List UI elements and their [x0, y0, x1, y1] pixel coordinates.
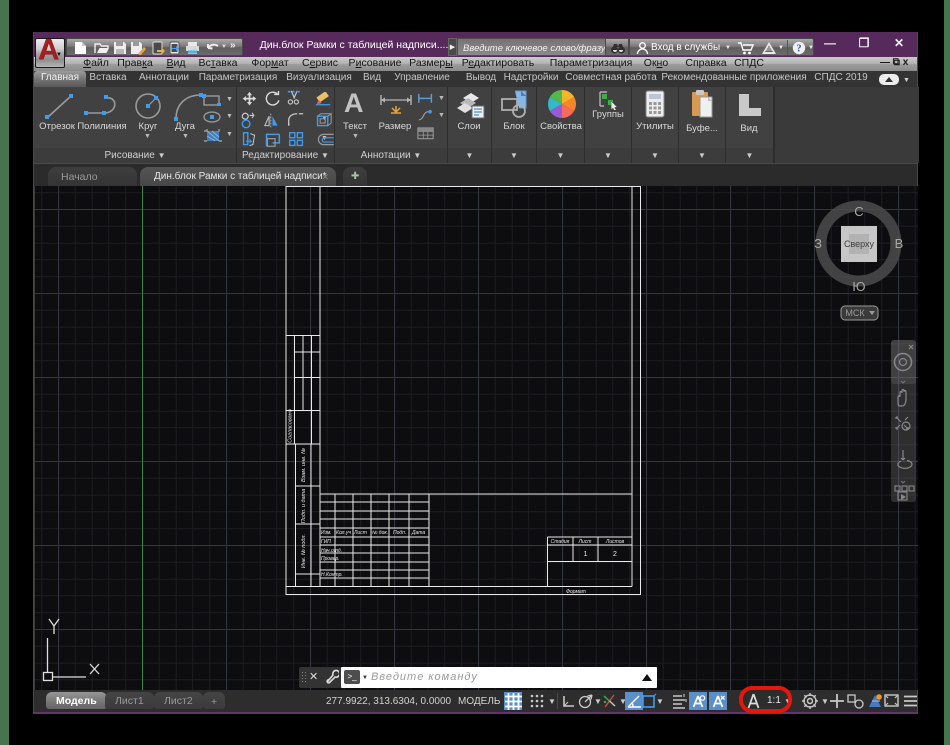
svg-text:Нач.отд.: Нач.отд. [321, 548, 342, 554]
svg-text:Подп.: Подп. [393, 530, 406, 536]
svg-text:Дата: Дата [411, 530, 425, 536]
svg-text:Лист: Лист [578, 539, 592, 545]
svg-text:Провер.: Провер. [321, 556, 340, 562]
svg-text:Листов: Листов [605, 539, 625, 545]
svg-text:Взам. инв. №: Взам. инв. № [301, 448, 307, 482]
svg-text:С: С [854, 204, 863, 219]
svg-text:Инв. № подл.: Инв. № подл. [301, 534, 307, 568]
svg-text:Ю: Ю [852, 279, 865, 294]
svg-text:№ док.: № док. [372, 530, 388, 536]
svg-text:Сверху: Сверху [844, 239, 875, 249]
svg-text:Н.Контр.: Н.Контр. [321, 572, 343, 578]
svg-text:1: 1 [584, 551, 588, 558]
svg-text:З: З [814, 236, 822, 251]
svg-text:Согласовано: Согласовано [288, 409, 294, 443]
svg-text:МСК: МСК [845, 308, 865, 318]
svg-text:ГИП: ГИП [321, 539, 331, 545]
svg-text:Подп. и дата: Подп. и дата [301, 489, 307, 523]
svg-text:Формат: Формат [566, 589, 586, 595]
svg-text:2: 2 [613, 551, 617, 558]
svg-text:?: ? [797, 44, 802, 55]
svg-text:Лист: Лист [353, 530, 367, 536]
svg-text:Стадия: Стадия [551, 539, 570, 545]
svg-text:Кол.уч: Кол.уч [336, 530, 351, 536]
svg-text:Изм.: Изм. [321, 530, 332, 536]
svg-text:В: В [895, 236, 904, 251]
